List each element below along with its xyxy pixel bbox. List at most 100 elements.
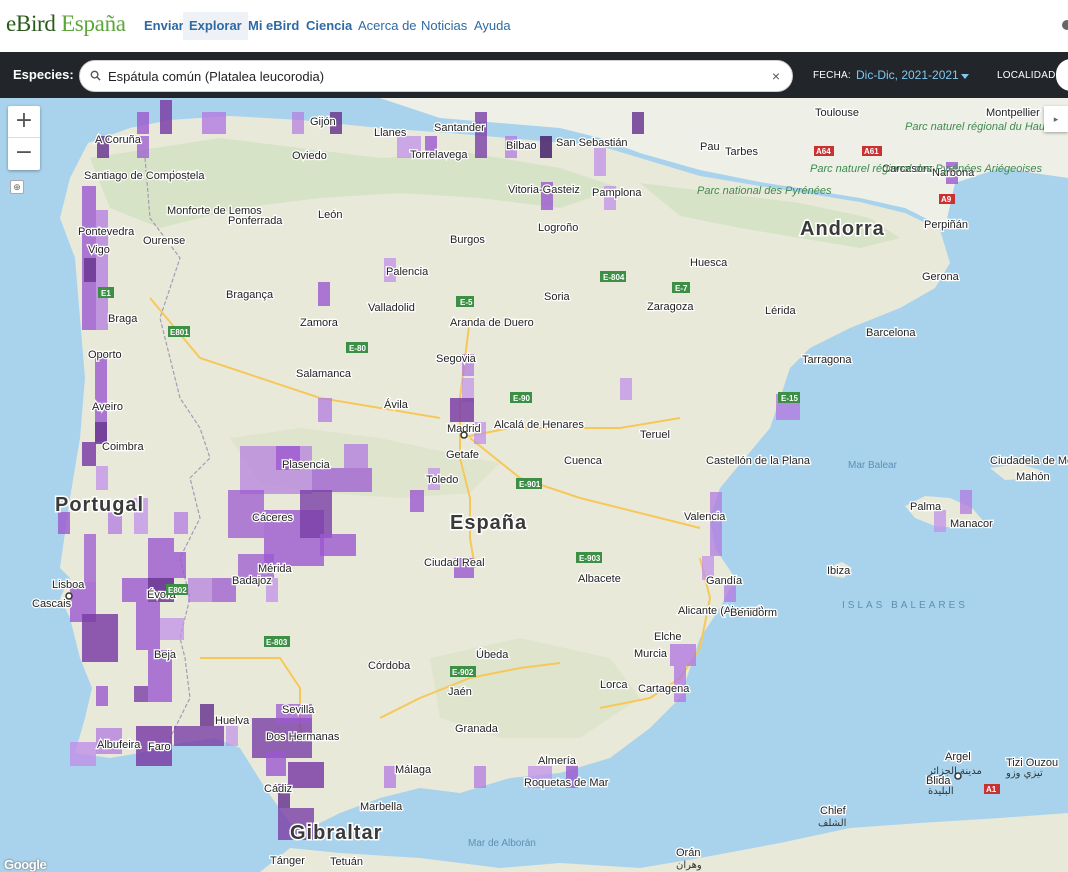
city-label: Torrelavega (410, 149, 468, 161)
locality-input[interactable] (1056, 59, 1068, 91)
city-label: Pau (700, 141, 720, 153)
city-label: Albufeira (97, 739, 141, 751)
species-value: Espátula común (Platalea leucorodia) (108, 69, 325, 84)
chevron-down-icon[interactable] (961, 74, 969, 79)
city-label: Monforte de Lemos (167, 205, 262, 217)
occurrence-cell (84, 534, 96, 582)
sea-label: ISLAS BALEARES (842, 600, 968, 611)
occurrence-cell (137, 112, 149, 134)
occurrence-cell (288, 762, 324, 788)
city-label: Cuenca (564, 455, 603, 467)
occurrence-cell (84, 258, 96, 282)
nav-enviar[interactable]: Enviar (138, 12, 190, 40)
nav-explorar[interactable]: Explorar (183, 12, 248, 40)
nav-ciencia[interactable]: Ciencia (300, 12, 358, 40)
highway-label: A1 (986, 785, 997, 794)
occurrence-cell (160, 100, 172, 134)
city-label: Benidorm (730, 607, 777, 619)
city-label: Oporto (88, 349, 122, 361)
species-label: Especies: (13, 67, 74, 82)
date-filter[interactable]: Dic-Dic, 2021-2021 (856, 68, 959, 82)
city-label: Roquetas de Mar (524, 777, 609, 789)
city-label: Gijón (310, 116, 336, 128)
nav-acerca-de[interactable]: Acerca de (352, 12, 423, 40)
occurrence-cell (174, 512, 188, 534)
city-label: Palma (910, 501, 942, 513)
sea-label: Mar de Alborán (468, 838, 536, 849)
panel-toggle-button[interactable]: ▸ (1044, 106, 1068, 132)
country-label: Gibraltar (290, 822, 382, 844)
city-label: León (318, 209, 342, 221)
occurrence-cell (594, 148, 606, 176)
google-attribution: Google (4, 857, 47, 872)
occurrence-cell (174, 726, 224, 746)
city-label: Cádiz (264, 783, 292, 795)
occurrence-cell (188, 578, 212, 602)
occurrence-cell (710, 492, 722, 556)
city-label: Orán (676, 847, 700, 859)
city-label: Granada (455, 723, 499, 735)
city-label: Marbella (360, 801, 403, 813)
top-navigation: eBird España Enviar Explorar Mi eBird Ci… (0, 0, 1068, 52)
logo-main: eBird (6, 11, 56, 36)
nav-mi-ebird[interactable]: Mi eBird (242, 12, 305, 40)
zoom-in-button[interactable]: + (8, 106, 40, 138)
locality-label: LOCALIDAD: (997, 70, 1059, 81)
city-label: Zamora (300, 317, 339, 329)
city-label: Pontevedra (78, 226, 135, 238)
city-label: Salamanca (296, 368, 352, 380)
user-icon[interactable] (1062, 20, 1068, 30)
city-label: Valencia (684, 511, 726, 523)
highway-label: E-804 (603, 273, 625, 282)
city-label: Montpellier (986, 107, 1040, 119)
highway-label: A64 (816, 147, 831, 156)
city-label: Lérida (765, 305, 796, 317)
city-label: Almería (538, 755, 577, 767)
city-label: Murcia (634, 648, 668, 660)
city-label: Toulouse (815, 107, 859, 119)
city-label: Coimbra (102, 441, 144, 453)
sea-label: Mar Balear (848, 460, 898, 471)
nav-noticias[interactable]: Noticias (415, 12, 473, 40)
highway-label: E-15 (781, 394, 798, 403)
city-label: Jaén (448, 686, 472, 698)
clear-species-button[interactable]: × (772, 68, 780, 84)
country-label: Andorra (800, 218, 885, 240)
highway-label: E-5 (460, 298, 473, 307)
occurrence-cell (70, 742, 96, 766)
city-label: Gandía (706, 575, 743, 587)
zoom-out-button[interactable]: − (8, 138, 40, 170)
ebird-logo[interactable]: eBird España (6, 11, 126, 37)
occurrence-cell (344, 444, 368, 468)
occurrence-cell (160, 618, 184, 640)
city-label: Huelva (215, 715, 250, 727)
city-label: Cáceres (252, 512, 293, 524)
highway-label: A9 (941, 195, 952, 204)
city-label: Tánger (270, 855, 305, 867)
occurrence-cell (292, 112, 304, 134)
occurrence-cell (226, 726, 238, 746)
country-label: Portugal (55, 494, 144, 516)
city-label: Ibiza (827, 565, 851, 577)
nav-ayuda[interactable]: Ayuda (468, 12, 517, 40)
occurrence-cell (475, 112, 487, 158)
zoom-selection-icon[interactable]: ⊕ (10, 180, 24, 194)
city-label: Mérida (258, 563, 293, 575)
city-label: Zaragoza (647, 301, 694, 313)
city-label: Segovia (436, 353, 477, 365)
city-label: Úbeda (476, 648, 509, 661)
city-label: Ávila (384, 398, 409, 411)
occurrence-cell (96, 466, 108, 490)
park-label: Parc naturel régional des Pyrénées Ariég… (810, 163, 1042, 175)
city-label: Lorca (600, 679, 628, 691)
date-label: FECHA: (813, 70, 851, 81)
city-label: Aveiro (92, 401, 123, 413)
species-input[interactable]: Espátula común (Platalea leucorodia) × (79, 60, 793, 92)
city-label: Chlef (820, 805, 847, 817)
occurrence-cell (960, 490, 972, 514)
map-view[interactable]: Portugal España Andorra Gibraltar Madrid… (0, 98, 1068, 872)
highway-label: E-902 (452, 668, 474, 677)
city-label: Palencia (386, 266, 429, 278)
highway-label: E-90 (513, 394, 530, 403)
occurrence-cell (632, 112, 644, 134)
